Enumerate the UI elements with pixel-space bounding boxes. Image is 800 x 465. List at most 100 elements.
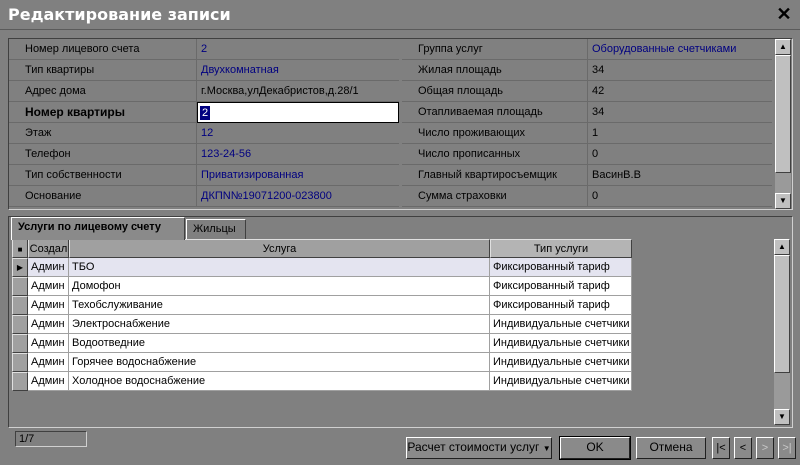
- tab-residents[interactable]: Жильцы: [186, 219, 246, 239]
- cell-service[interactable]: Электроснабжение: [69, 315, 490, 334]
- properties-vertical-scrollbar[interactable]: ▲ ▼: [775, 39, 791, 209]
- property-row[interactable]: Номер квартиры 2: [9, 102, 399, 123]
- table-scroll-up-icon[interactable]: ▲: [774, 239, 790, 255]
- scroll-down-icon[interactable]: ▼: [775, 193, 791, 209]
- column-header-creator[interactable]: Создал: [28, 239, 69, 258]
- title-bar: Редактирование записи ✕: [0, 0, 800, 30]
- cell-service-type[interactable]: Фиксированный тариф: [490, 258, 632, 277]
- first-record-icon[interactable]: |<: [712, 437, 730, 459]
- property-value[interactable]: 42: [588, 81, 772, 102]
- table-row[interactable]: ▶ Админ ТБО Фиксированный тариф: [12, 258, 632, 277]
- cell-service-type[interactable]: Фиксированный тариф: [490, 277, 632, 296]
- property-value[interactable]: 2: [197, 39, 399, 60]
- table-row[interactable]: Админ Техобслуживание Фиксированный тариф: [12, 296, 632, 315]
- property-value[interactable]: 0: [588, 186, 772, 207]
- property-row[interactable]: Группа услуг Оборудованные счетчиками: [402, 39, 772, 60]
- property-row[interactable]: Номер лицевого счета 2: [9, 39, 399, 60]
- property-label: Адрес дома: [9, 81, 197, 102]
- property-row[interactable]: Тип квартиры Двухкомнатная: [9, 60, 399, 81]
- property-value[interactable]: г.Москва,улДекабристов,д.28/1: [197, 81, 399, 102]
- cell-service[interactable]: Горячее водоснабжение: [69, 353, 490, 372]
- tab-residents-label: Жильцы: [193, 223, 236, 235]
- close-icon[interactable]: ✕: [774, 4, 794, 24]
- table-row[interactable]: Админ Горячее водоснабжение Индивидуальные…: [12, 353, 632, 372]
- property-label: Отапливаемая площадь: [402, 102, 588, 123]
- property-value[interactable]: Приватизированная: [197, 165, 399, 186]
- tab-services[interactable]: Услуги по лицевому счету: [11, 217, 185, 240]
- cell-service-type[interactable]: Индивидуальные счетчики: [490, 315, 632, 334]
- row-indicator[interactable]: [12, 334, 28, 353]
- triangle-right-icon[interactable]: ▶: [12, 258, 28, 277]
- property-value[interactable]: 123-24-56: [197, 144, 399, 165]
- property-value[interactable]: ДКПN№19071200-023800: [197, 186, 399, 207]
- cell-service-type[interactable]: Индивидуальные счетчики: [490, 334, 632, 353]
- property-value[interactable]: 34: [588, 102, 772, 123]
- cell-service-type[interactable]: Индивидуальные счетчики: [490, 353, 632, 372]
- property-row[interactable]: Число прописанных 0: [402, 144, 772, 165]
- cell-service[interactable]: Водоотведние: [69, 334, 490, 353]
- column-header-service-type[interactable]: Тип услуги: [490, 239, 632, 258]
- record-counter: 1/7: [15, 431, 87, 447]
- property-row[interactable]: Тип собственности Приватизированная: [9, 165, 399, 186]
- property-value[interactable]: 0: [588, 144, 772, 165]
- property-label: Общая площадь: [402, 81, 588, 102]
- prev-record-icon[interactable]: <: [734, 437, 752, 459]
- table-vertical-scrollbar[interactable]: ▲ ▼: [774, 239, 790, 425]
- property-row[interactable]: Общая площадь 42: [402, 81, 772, 102]
- table-row[interactable]: Админ Холодное водоснабжение Индивидуальны…: [12, 372, 632, 391]
- property-row[interactable]: Телефон 123-24-56: [9, 144, 399, 165]
- property-row[interactable]: Жилая площадь 34: [402, 60, 772, 81]
- property-label: Номер квартиры: [9, 102, 197, 123]
- property-row[interactable]: Сумма страховки 0: [402, 186, 772, 207]
- cell-creator[interactable]: Админ: [28, 315, 69, 334]
- property-value[interactable]: 1: [588, 123, 772, 144]
- cancel-button[interactable]: Отмена: [636, 437, 706, 459]
- cell-creator[interactable]: Админ: [28, 277, 69, 296]
- scroll-up-icon[interactable]: ▲: [775, 39, 791, 55]
- property-row[interactable]: Основание ДКПN№19071200-023800: [9, 186, 399, 207]
- input-value: 2: [200, 106, 211, 120]
- cell-service[interactable]: Техобслуживание: [69, 296, 490, 315]
- property-value[interactable]: Двухкомнатная: [197, 60, 399, 81]
- scroll-thumb[interactable]: [775, 55, 791, 173]
- table-scroll-down-icon[interactable]: ▼: [774, 409, 790, 425]
- property-label: Основание: [9, 186, 197, 207]
- table-row[interactable]: Админ Водоотведние Индивидуальные счетчики: [12, 334, 632, 353]
- property-row[interactable]: Этаж 12: [9, 123, 399, 144]
- table-row[interactable]: Админ Электроснабжение Индивидуальные счет…: [12, 315, 632, 334]
- row-indicator[interactable]: [12, 277, 28, 296]
- property-label: Сумма страховки: [402, 186, 588, 207]
- row-indicator[interactable]: [12, 353, 28, 372]
- apartment-number-input[interactable]: 2: [197, 102, 399, 123]
- select-all-corner[interactable]: ■: [12, 239, 28, 258]
- property-row[interactable]: Число проживающих 1: [402, 123, 772, 144]
- property-value[interactable]: 12: [197, 123, 399, 144]
- ok-button[interactable]: OK: [559, 436, 631, 460]
- table-scroll-thumb[interactable]: [774, 255, 790, 373]
- cell-creator[interactable]: Админ: [28, 353, 69, 372]
- column-header-service[interactable]: Услуга: [69, 239, 490, 258]
- row-indicator[interactable]: [12, 296, 28, 315]
- property-row[interactable]: Главный квартиросъемщик ВасинВ.В: [402, 165, 772, 186]
- row-indicator[interactable]: [12, 372, 28, 391]
- row-indicator[interactable]: [12, 315, 28, 334]
- cell-creator[interactable]: Админ: [28, 296, 69, 315]
- table-row[interactable]: Админ Домофон Фиксированный тариф: [12, 277, 632, 296]
- cell-creator[interactable]: Админ: [28, 372, 69, 391]
- cell-service-type[interactable]: Индивидуальные счетчики: [490, 372, 632, 391]
- cell-creator[interactable]: Админ: [28, 258, 69, 277]
- property-row[interactable]: Адрес дома г.Москва,улДекабристов,д.28/1: [9, 81, 399, 102]
- cell-service[interactable]: Холодное водоснабжение: [69, 372, 490, 391]
- cell-service[interactable]: Домофон: [69, 277, 490, 296]
- next-record-icon[interactable]: >: [756, 437, 774, 459]
- cell-service[interactable]: ТБО: [69, 258, 490, 277]
- calc-cost-button[interactable]: Расчет стоимости услуг ▼: [406, 437, 552, 459]
- property-value[interactable]: ВасинВ.В: [588, 165, 772, 186]
- last-record-icon[interactable]: >|: [778, 437, 796, 459]
- property-value[interactable]: 34: [588, 60, 772, 81]
- cell-service-type[interactable]: Фиксированный тариф: [490, 296, 632, 315]
- cell-creator[interactable]: Админ: [28, 334, 69, 353]
- property-value[interactable]: Оборудованные счетчиками: [588, 39, 772, 60]
- property-row[interactable]: Отапливаемая площадь 34: [402, 102, 772, 123]
- tabs-panel: Услуги по лицевому счету Жильцы ■ Создал…: [8, 216, 793, 447]
